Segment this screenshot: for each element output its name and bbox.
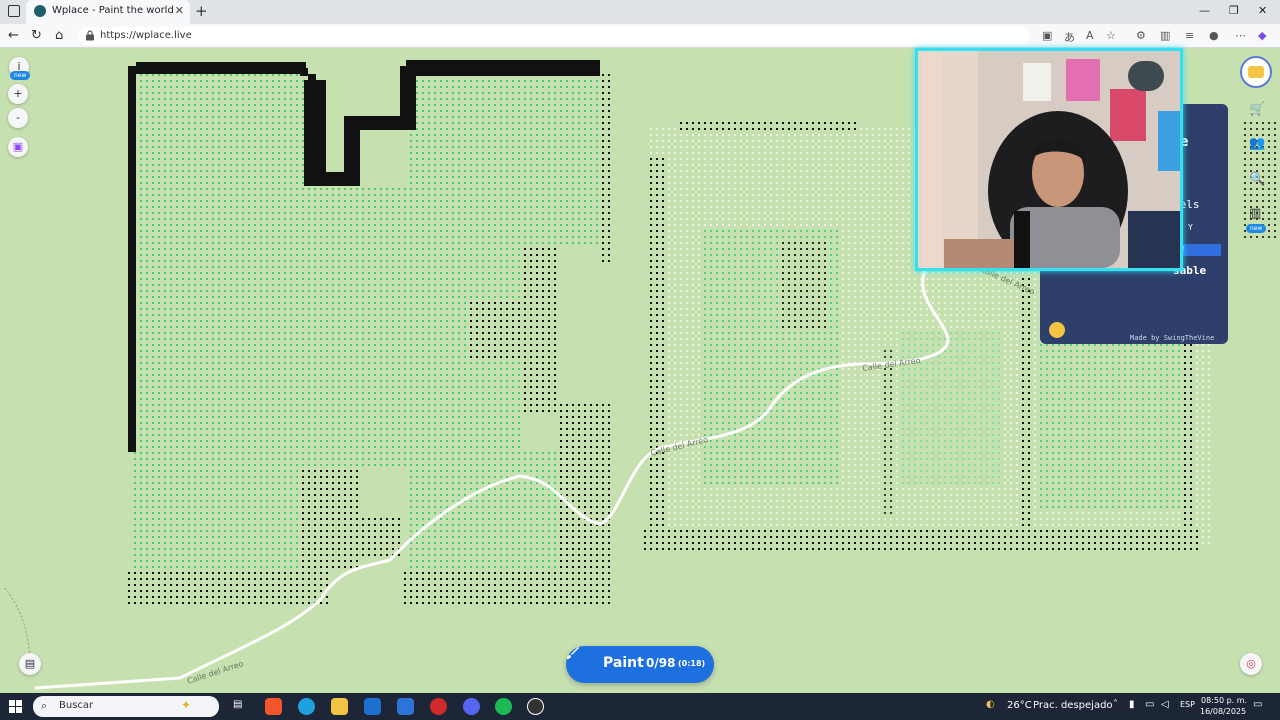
windows-start-icon[interactable] — [9, 700, 22, 713]
lock-icon — [86, 30, 94, 41]
panel-icon: ▤ — [24, 657, 36, 670]
tab-title: Wplace - Paint the world — [52, 5, 174, 16]
back-icon[interactable]: ← — [8, 28, 19, 43]
file-explorer-icon[interactable] — [331, 698, 348, 715]
brave-app-icon[interactable] — [265, 698, 282, 715]
clock-date[interactable]: 16/08/2025 — [1200, 707, 1246, 716]
network-icon[interactable]: ▭ — [1145, 699, 1154, 710]
search-placeholder: Buscar — [59, 700, 94, 711]
window-menu-icon[interactable] — [8, 5, 20, 17]
weather-temperature[interactable]: 26°C — [1007, 700, 1032, 711]
twitch-icon: ▣ — [12, 140, 24, 153]
minimize-icon[interactable]: — — [1199, 4, 1210, 17]
split-tab-icon[interactable]: ▥ — [1160, 29, 1170, 42]
outlook-app-icon[interactable] — [364, 698, 381, 715]
obs-app-icon[interactable] — [430, 698, 447, 715]
close-window-icon[interactable]: ✕ — [1258, 4, 1267, 17]
zoom-in-button[interactable]: + — [8, 84, 28, 104]
edge-app-icon[interactable] — [298, 698, 315, 715]
search-icon: ⌕ — [41, 699, 48, 712]
paint-pixel-count: 0/98 — [646, 656, 676, 670]
tray-chevron-icon[interactable]: ˄ — [1113, 699, 1118, 710]
stats-icon[interactable]: ▥ — [1249, 206, 1261, 221]
twitch-button[interactable]: ▣ — [8, 137, 28, 157]
paint-cooldown-timer: (0:18) — [678, 659, 706, 668]
panel-y-fragment: Y — [1188, 223, 1193, 232]
boundary-path — [4, 587, 31, 659]
user-avatar[interactable] — [1240, 56, 1272, 88]
paint-button[interactable]: Paint 0/98 (0:18) — [566, 646, 714, 683]
search-map-icon[interactable]: 🔍 — [1249, 172, 1265, 187]
new-tab-button[interactable]: + — [195, 2, 208, 20]
copilot-sparkle-icon: ✦ — [181, 698, 192, 712]
panel-logo-icon — [1049, 322, 1065, 338]
new-badge: new — [1246, 224, 1267, 233]
copilot-icon[interactable]: ◆ — [1258, 29, 1266, 42]
spotify-app-icon[interactable] — [495, 698, 512, 715]
extensions-icon[interactable]: ⚙ — [1136, 29, 1146, 42]
browser-tab-bar: Wplace - Paint the world ✕ + — ❐ ✕ — [0, 0, 1280, 24]
clock-time[interactable]: 08:50 p. m. — [1201, 696, 1247, 705]
split-screen-icon[interactable]: ▣ — [1042, 29, 1052, 42]
task-view-icon[interactable]: ▤ — [233, 699, 242, 710]
weather-icon: ◐ — [986, 699, 995, 710]
browser-tab[interactable]: Wplace - Paint the world ✕ — [26, 0, 190, 24]
tab-close-icon[interactable]: ✕ — [175, 4, 184, 17]
more-menu-icon[interactable]: ⋯ — [1235, 29, 1246, 42]
tray-app-icon[interactable]: ▮ — [1129, 699, 1135, 710]
address-bar: ← ↻ ⌂ https://wplace.live ▣ あ A ☆ ⚙ ▥ ≡ … — [0, 24, 1280, 48]
bottom-left-panel-button[interactable]: ▤ — [19, 653, 41, 675]
webcam-feed-image — [918, 51, 1180, 268]
minus-icon: - — [16, 111, 20, 124]
language-indicator[interactable]: ESP — [1180, 700, 1195, 709]
terminal-app-icon[interactable] — [527, 698, 544, 715]
plus-icon: + — [13, 87, 23, 100]
read-aloud-icon[interactable]: A — [1086, 29, 1094, 42]
avatar-icon — [1248, 66, 1264, 78]
webcam-overlay — [915, 48, 1183, 271]
paint-label: Paint — [603, 655, 644, 671]
maximize-icon[interactable]: ❐ — [1229, 4, 1239, 17]
store-app-icon[interactable] — [397, 698, 414, 715]
taskbar-search[interactable]: ⌕ Buscar ✦ — [33, 696, 219, 717]
crosshair-icon: ◎ — [1246, 657, 1256, 670]
locate-button[interactable]: ◎ — [1240, 653, 1262, 675]
notifications-icon[interactable]: ▭ — [1253, 699, 1262, 710]
weather-description[interactable]: Prac. despejado — [1033, 700, 1113, 711]
profile-avatar-icon[interactable]: ● — [1209, 29, 1219, 42]
volume-icon[interactable]: ◁ — [1161, 699, 1169, 710]
reload-icon[interactable]: ↻ — [31, 28, 42, 43]
url-text: https://wplace.live — [100, 30, 192, 41]
brush-icon — [567, 647, 579, 659]
tab-favicon-icon — [34, 5, 46, 17]
store-icon[interactable]: 🛒 — [1249, 102, 1265, 117]
favorite-star-icon[interactable]: ☆ — [1106, 29, 1116, 42]
zoom-out-button[interactable]: - — [8, 108, 28, 128]
favorites-icon[interactable]: ≡ — [1185, 29, 1194, 42]
windows-taskbar: ⌕ Buscar ✦ ▤ ◐ 26°C Prac. despejado ˄ ▮ … — [0, 693, 1280, 720]
home-icon[interactable]: ⌂ — [55, 28, 63, 43]
made-by-text: Made by SwingTheVine — [1130, 334, 1215, 342]
translate-icon[interactable]: あ — [1064, 29, 1075, 45]
discord-app-icon[interactable] — [463, 698, 480, 715]
url-field[interactable]: https://wplace.live — [78, 27, 1030, 45]
leaderboard-icon[interactable]: 👥 — [1249, 136, 1265, 151]
new-badge: new — [10, 71, 31, 80]
